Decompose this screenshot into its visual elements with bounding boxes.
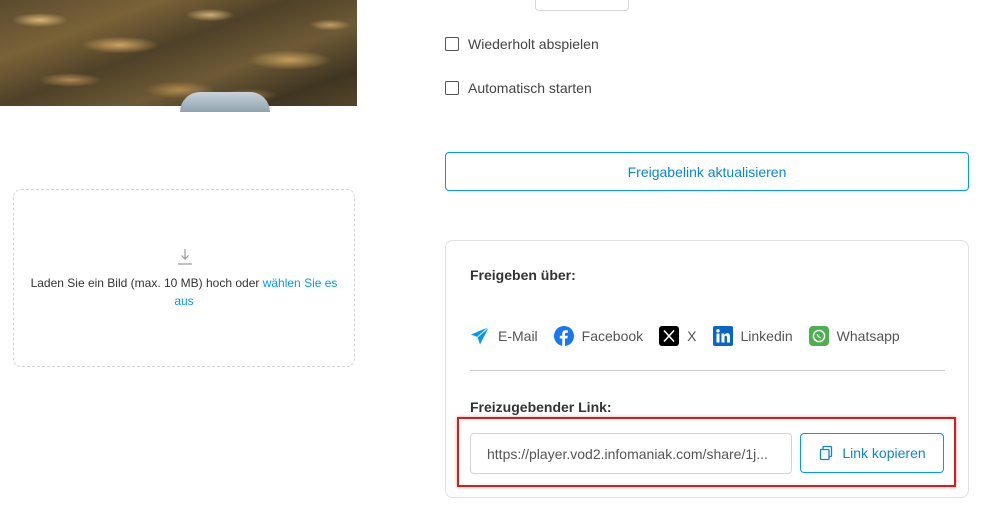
refresh-share-link-button[interactable]: Freigabelink aktualisieren bbox=[445, 152, 969, 191]
copy-link-label: Link kopieren bbox=[842, 445, 926, 461]
paper-plane-icon bbox=[471, 326, 490, 345]
download-arrow-icon bbox=[178, 249, 192, 265]
share-divider bbox=[470, 370, 945, 371]
copy-icon bbox=[820, 445, 833, 461]
share-email-label: E-Mail bbox=[498, 328, 538, 344]
autoplay-checkbox[interactable] bbox=[445, 81, 459, 95]
share-whatsapp-label: Whatsapp bbox=[836, 328, 900, 344]
share-facebook-label: Facebook bbox=[581, 328, 644, 344]
facebook-icon bbox=[553, 326, 574, 346]
linkedin-icon bbox=[712, 326, 733, 346]
copy-link-button[interactable]: Link kopieren bbox=[800, 433, 944, 473]
whatsapp-icon bbox=[808, 326, 829, 346]
share-channels: E-Mail Facebook X Linkedin Whatsapp bbox=[470, 326, 916, 346]
video-thumbnail bbox=[0, 0, 357, 112]
loop-checkbox[interactable] bbox=[445, 37, 459, 51]
loop-label: Wiederholt abspielen bbox=[468, 36, 599, 52]
select-field-partial[interactable] bbox=[535, 0, 629, 11]
share-linkedin[interactable]: Linkedin bbox=[712, 326, 793, 346]
share-title: Freigeben über: bbox=[470, 267, 576, 283]
x-icon bbox=[659, 326, 680, 346]
share-x-label: X bbox=[687, 328, 697, 344]
share-email[interactable]: E-Mail bbox=[470, 326, 538, 346]
autoplay-option[interactable]: Automatisch starten bbox=[445, 79, 592, 97]
share-x[interactable]: X bbox=[659, 326, 697, 346]
share-linkedin-label: Linkedin bbox=[740, 328, 793, 344]
upload-text: Laden Sie ein Bild (max. 10 MB) hoch ode… bbox=[30, 276, 263, 290]
share-whatsapp[interactable]: Whatsapp bbox=[808, 326, 900, 346]
image-upload-dropzone[interactable]: Laden Sie ein Bild (max. 10 MB) hoch ode… bbox=[13, 189, 355, 367]
autoplay-label: Automatisch starten bbox=[468, 80, 592, 96]
share-facebook[interactable]: Facebook bbox=[553, 326, 644, 346]
thumbnail-rock bbox=[180, 92, 270, 112]
share-link-field[interactable]: https://player.vod2.infomaniak.com/share… bbox=[470, 433, 792, 474]
upload-instructions: Laden Sie ein Bild (max. 10 MB) hoch ode… bbox=[24, 274, 344, 310]
loop-option[interactable]: Wiederholt abspielen bbox=[445, 35, 599, 53]
share-link-title: Freizugebender Link: bbox=[470, 399, 612, 415]
